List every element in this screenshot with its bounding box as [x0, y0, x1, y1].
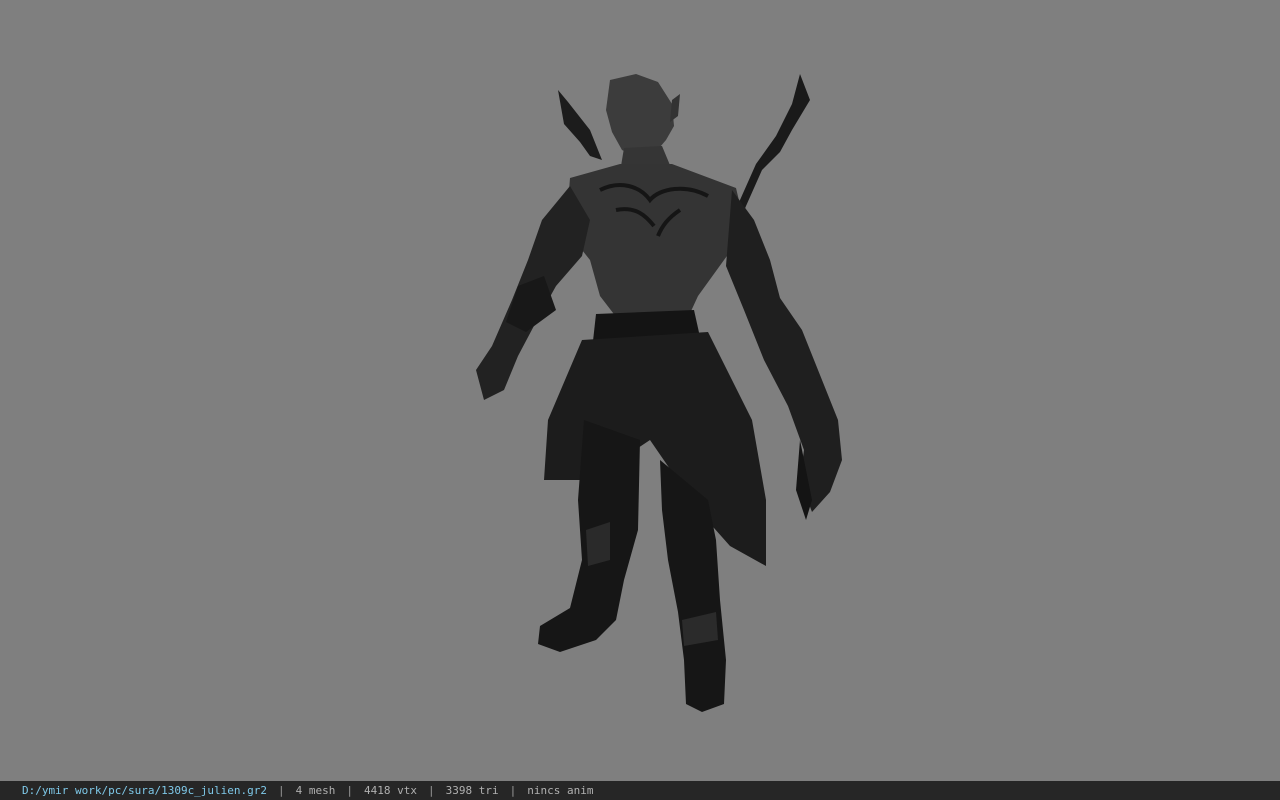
status-bar: D:/ymir work/pc/sura/1309c_julien.gr2 | 4 … [0, 781, 1280, 800]
torso [566, 164, 746, 322]
character-model[interactable] [440, 60, 860, 730]
mesh-count: 4 mesh [295, 784, 336, 797]
separator: | [278, 784, 285, 797]
head [606, 74, 674, 158]
vertex-count: 4418 vtx [364, 784, 418, 797]
separator: | [428, 784, 435, 797]
separator: | [509, 784, 517, 797]
ear [670, 94, 680, 122]
3d-viewport[interactable] [0, 0, 1280, 781]
triangle-count: 3398 tri [445, 784, 499, 797]
left-shoulder-spike [558, 90, 602, 160]
right-shoulder-spike [736, 74, 810, 230]
loincloth [544, 332, 766, 566]
file-path: D:/ymir work/pc/sura/1309c_julien.gr2 [22, 784, 268, 797]
separator: | [346, 784, 354, 797]
animation-status: nincs anim [527, 784, 594, 797]
